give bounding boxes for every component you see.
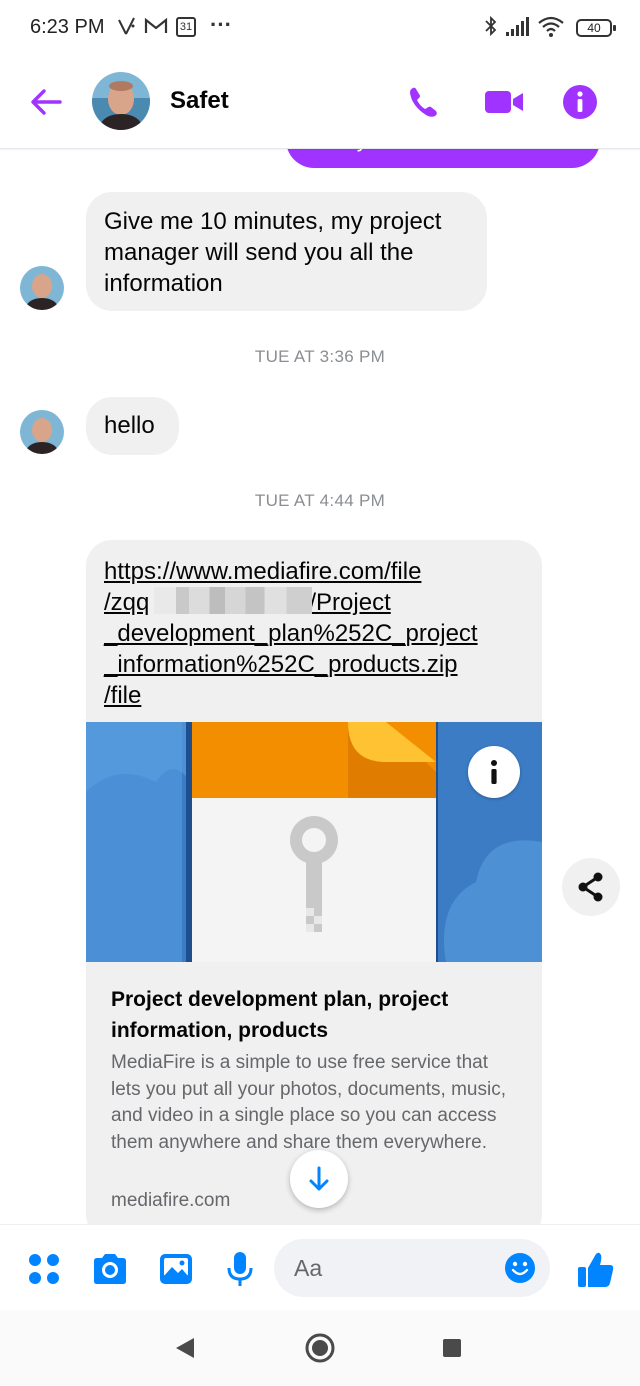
conversation-header: Safet <box>0 58 640 149</box>
microphone-icon[interactable] <box>220 1249 260 1289</box>
calendar-icon: 31 <box>176 17 196 37</box>
gallery-icon[interactable] <box>156 1249 196 1289</box>
status-bar: 6:23 PM 31 ··· 40 <box>0 0 640 58</box>
recents-square-icon[interactable] <box>442 1338 462 1358</box>
back-arrow-icon[interactable] <box>26 82 66 122</box>
arrow-down-icon <box>309 1166 329 1191</box>
info-icon <box>491 760 497 784</box>
home-circle-icon[interactable] <box>304 1332 336 1364</box>
thumbs-up-icon[interactable] <box>574 1249 618 1291</box>
link-preview-image[interactable] <box>86 722 542 962</box>
timestamp: TUE AT 4:44 PM <box>254 491 386 510</box>
battery-icon: 40 <box>576 19 616 37</box>
link-url-fragment[interactable]: /Project <box>309 589 390 616</box>
more-dots-icon: ··· <box>210 12 232 37</box>
link-url-line[interactable]: _information%252C_products.zip <box>104 649 524 680</box>
system-nav-bar <box>0 1310 640 1386</box>
scroll-to-bottom-button[interactable] <box>290 1150 348 1208</box>
timestamp: TUE AT 3:36 PM <box>254 347 386 366</box>
info-icon[interactable] <box>560 82 600 122</box>
message-input[interactable]: Aa <box>274 1239 550 1297</box>
redacted-text <box>154 587 312 614</box>
status-time: 6:23 PM <box>30 16 105 38</box>
link-preview-title[interactable]: Project development plan, project inform… <box>111 984 521 1046</box>
gmail-icon <box>144 17 168 33</box>
link-message[interactable]: https://www.mediafire.com/file /zqq/Proj… <box>86 540 542 1224</box>
video-camera-icon[interactable] <box>482 82 526 122</box>
camera-icon[interactable] <box>90 1249 130 1289</box>
cell-signal-icon <box>506 17 529 36</box>
share-icon <box>578 872 603 902</box>
link-url-fragment[interactable]: /zqq <box>104 589 149 616</box>
emoji-icon[interactable] <box>504 1252 536 1284</box>
link-url[interactable]: https://www.mediafire.com/file /zqq/Proj… <box>104 556 524 711</box>
share-button[interactable] <box>562 858 620 916</box>
outgoing-message[interactable]: Do you have a website ? <box>286 148 600 168</box>
menu-dots-icon[interactable] <box>24 1249 64 1289</box>
avatar[interactable] <box>20 266 64 310</box>
link-url-line[interactable]: _development_plan%252C_project <box>104 618 524 649</box>
wifi-icon <box>538 16 564 37</box>
phone-icon[interactable] <box>404 82 444 122</box>
incoming-message[interactable]: Give me 10 minutes, my project manager w… <box>86 192 487 311</box>
message-input-placeholder: Aa <box>294 1255 323 1281</box>
preview-info-button[interactable] <box>468 746 520 798</box>
link-url-line[interactable]: https://www.mediafire.com/file <box>104 556 524 587</box>
message-composer: Aa <box>0 1224 640 1311</box>
link-url-line[interactable]: /file <box>104 680 524 711</box>
avatar[interactable] <box>92 72 150 130</box>
signal-slash-icon <box>118 17 135 35</box>
message-list[interactable]: Do you have a website ? Give me 10 minut… <box>0 148 640 1224</box>
bluetooth-icon <box>485 15 497 37</box>
contact-name[interactable]: Safet <box>170 87 229 115</box>
back-triangle-icon[interactable] <box>174 1336 196 1360</box>
avatar[interactable] <box>20 410 64 454</box>
link-preview-description: MediaFire is a simple to use free servic… <box>111 1052 506 1153</box>
link-preview-domain: mediafire.com <box>111 1190 231 1211</box>
incoming-message[interactable]: hello <box>86 397 179 455</box>
